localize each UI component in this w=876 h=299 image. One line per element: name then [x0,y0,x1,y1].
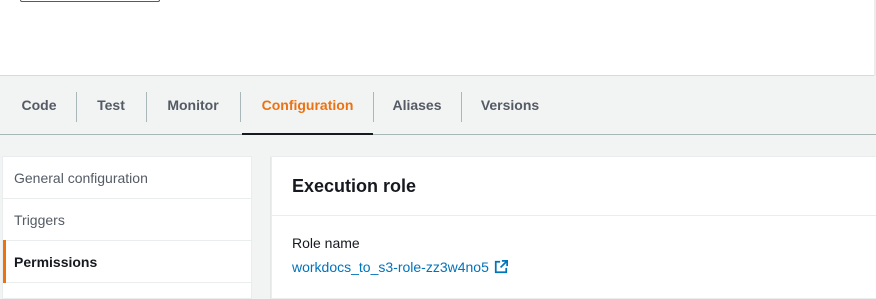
sidebar-item-triggers[interactable]: Triggers [3,199,251,241]
panel-title: Execution role [292,176,417,196]
truncated-button[interactable] [20,0,160,2]
role-name-label: Role name [292,235,360,251]
tab-divider [146,92,147,122]
tab-code[interactable]: Code [8,77,70,134]
configuration-side-nav: General configuration Triggers Permissio… [2,156,252,299]
tab-configuration[interactable]: Configuration [242,77,373,135]
tab-test[interactable]: Test [82,77,140,134]
tab-aliases[interactable]: Aliases [379,77,455,134]
role-name-link-text[interactable]: workdocs_to_s3-role-zz3w4no5 [292,258,489,276]
tab-divider [373,92,374,122]
role-name-link[interactable]: workdocs_to_s3-role-zz3w4no5 [292,258,508,276]
tab-divider [240,92,241,122]
external-link-icon[interactable] [494,260,508,274]
function-tabs: Code Test Monitor Configuration Aliases … [0,77,876,135]
lambda-console-page: Code Test Monitor Configuration Aliases … [0,0,876,299]
function-overview-panel [0,0,876,76]
sidebar-item-destinations[interactable]: Destinations [3,283,251,298]
tab-monitor[interactable]: Monitor [152,77,234,134]
tab-divider [76,92,77,122]
tab-versions[interactable]: Versions [467,77,553,134]
tab-divider [461,92,462,122]
sidebar-item-permissions[interactable]: Permissions [3,240,251,283]
execution-role-panel: Execution role Role name workdocs_to_s3-… [271,156,876,299]
panel-header: Execution role [272,157,876,216]
panel-body: Role name workdocs_to_s3-role-zz3w4no5 [272,216,876,277]
sidebar-item-general-configuration[interactable]: General configuration [3,157,251,199]
